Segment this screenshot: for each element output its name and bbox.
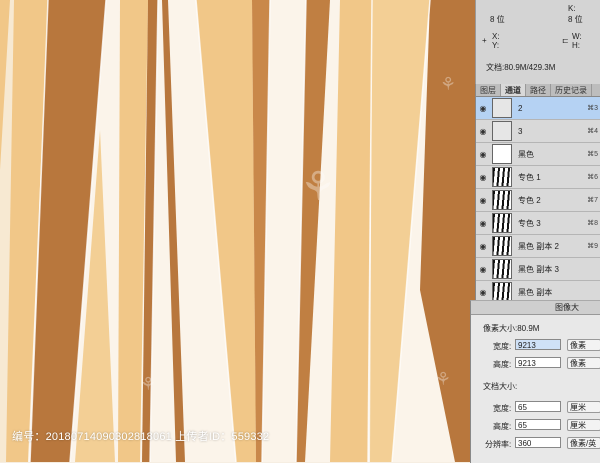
- channel-shortcut: ⌘7: [587, 197, 598, 204]
- channel-list: ◉ 2 ⌘3 ◉ 3 ⌘4 ◉ 黑色 ⌘5 ◉ 专色 1 ⌘6 ◉ 专色 2 ⌘7 ◉ 专色 3 ⌘8 ◉ 黑色 副本…: [476, 97, 600, 304]
- width-unit-select[interactable]: 像素: [567, 339, 600, 351]
- channel-row[interactable]: ◉ 专色 3 ⌘8: [476, 212, 600, 235]
- channel-thumbnail: [492, 259, 512, 279]
- doc-height-input[interactable]: 65: [515, 419, 561, 430]
- channel-shortcut: ⌘6: [587, 174, 598, 181]
- tab-channels[interactable]: 通道: [501, 84, 526, 96]
- height-unit-select[interactable]: 像素: [567, 357, 600, 369]
- eye-icon[interactable]: ◉: [478, 288, 488, 297]
- resolution-label: 分辨率:: [485, 440, 512, 449]
- channel-name: 专色 2: [518, 195, 541, 205]
- info-panel: 8 位 8 位 K: + X: Y: ⊏ W: H: 文档:80.9M/429.…: [475, 0, 600, 84]
- doc-width-input[interactable]: 65: [515, 401, 561, 412]
- x-label: X:: [492, 32, 500, 41]
- channel-row[interactable]: ◉ 黑色 副本 3: [476, 258, 600, 281]
- channel-thumbnail: [492, 121, 512, 141]
- svg-text:⚘: ⚘: [140, 374, 156, 395]
- channel-thumbnail: [492, 236, 512, 256]
- channel-thumbnail: [492, 213, 512, 233]
- channel-shortcut: ⌘9: [587, 243, 598, 250]
- doc-height-unit-select[interactable]: 厘米: [567, 419, 600, 431]
- image-canvas[interactable]: ⚘ ⚘ ⚘ ⚘: [0, 0, 475, 462]
- bit-depth-left: 8 位: [490, 15, 505, 24]
- tab-paths[interactable]: 路径: [526, 84, 551, 96]
- channel-name: 专色 1: [518, 172, 541, 182]
- pixel-size-label: 像素大小:80.9M: [483, 324, 540, 333]
- eye-icon[interactable]: ◉: [478, 219, 488, 228]
- doc-height-label: 高度:: [493, 422, 512, 431]
- doc-width-unit-select[interactable]: 厘米: [567, 401, 600, 413]
- width-input[interactable]: 9213: [515, 339, 561, 350]
- tab-layers[interactable]: 图层: [476, 84, 501, 96]
- channel-row[interactable]: ◉ 黑色 ⌘5: [476, 143, 600, 166]
- bit-depth-right: 8 位: [568, 15, 583, 24]
- height-label: 高度:: [493, 360, 512, 369]
- channel-name: 黑色 副本 3: [518, 264, 559, 274]
- dialog-title: 图像大: [471, 301, 600, 315]
- channel-name: 黑色 副本 2: [518, 241, 559, 251]
- eye-icon[interactable]: ◉: [478, 173, 488, 182]
- channel-row[interactable]: ◉ 专色 1 ⌘6: [476, 166, 600, 189]
- channel-name: 3: [518, 126, 523, 136]
- y-label: Y:: [492, 41, 500, 50]
- document-size-label: 文档大小:: [483, 382, 518, 391]
- watermark-text: 编号：20180714090302818061 上传者ID：559332: [12, 431, 270, 443]
- channel-name: 黑色: [518, 149, 534, 159]
- channel-thumbnail: [492, 98, 512, 118]
- eye-icon[interactable]: ◉: [478, 150, 488, 159]
- eye-icon[interactable]: ◉: [478, 242, 488, 251]
- eye-icon[interactable]: ◉: [478, 196, 488, 205]
- resolution-unit-select[interactable]: 像素/英: [567, 437, 600, 449]
- height-input[interactable]: 9213: [515, 357, 561, 368]
- document-size: 文档:80.9M/429.3M: [486, 63, 556, 72]
- doc-width-label: 宽度:: [493, 404, 512, 413]
- channel-row[interactable]: ◉ 2 ⌘3: [476, 97, 600, 120]
- channel-name: 专色 3: [518, 218, 541, 228]
- panel-tabs: 图层 通道 路径 历史记录: [476, 84, 600, 97]
- channels-panel: 图层 通道 路径 历史记录 ◉ 2 ⌘3 ◉ 3 ⌘4 ◉ 黑色 ⌘5 ◉ 专色 1 ⌘6 ◉ 专色 2 ⌘…: [475, 84, 600, 304]
- h-label: H:: [572, 41, 580, 50]
- eye-icon[interactable]: ◉: [478, 127, 488, 136]
- channel-shortcut: ⌘8: [587, 220, 598, 227]
- k-label: K:: [568, 4, 576, 13]
- eye-icon[interactable]: ◉: [478, 265, 488, 274]
- channel-row[interactable]: ◉ 专色 2 ⌘7: [476, 189, 600, 212]
- tab-history[interactable]: 历史记录: [551, 84, 592, 96]
- w-label: W:: [572, 32, 582, 41]
- channel-row[interactable]: ◉ 3 ⌘4: [476, 120, 600, 143]
- crosshair-icon: +: [482, 36, 487, 45]
- channel-name: 黑色 副本: [518, 287, 553, 297]
- channel-shortcut: ⌘4: [587, 128, 598, 135]
- channel-name: 2: [518, 103, 523, 113]
- dimension-icon: ⊏: [562, 36, 569, 45]
- channel-row[interactable]: ◉ 黑色 副本 2 ⌘9: [476, 235, 600, 258]
- channel-shortcut: ⌘5: [587, 151, 598, 158]
- svg-text:⚘: ⚘: [440, 74, 456, 95]
- channel-thumbnail: [492, 282, 512, 302]
- image-size-dialog: 图像大 像素大小:80.9M 宽度: 9213 像素 高度: 9213 像素 文…: [470, 300, 600, 463]
- svg-text:⚘: ⚘: [300, 164, 336, 210]
- svg-text:⚘: ⚘: [435, 369, 451, 390]
- width-label: 宽度:: [493, 342, 512, 351]
- channel-thumbnail: [492, 144, 512, 164]
- resolution-input[interactable]: 360: [515, 437, 561, 448]
- channel-shortcut: ⌘3: [587, 105, 598, 112]
- eye-icon[interactable]: ◉: [478, 104, 488, 113]
- channel-thumbnail: [492, 167, 512, 187]
- channel-thumbnail: [492, 190, 512, 210]
